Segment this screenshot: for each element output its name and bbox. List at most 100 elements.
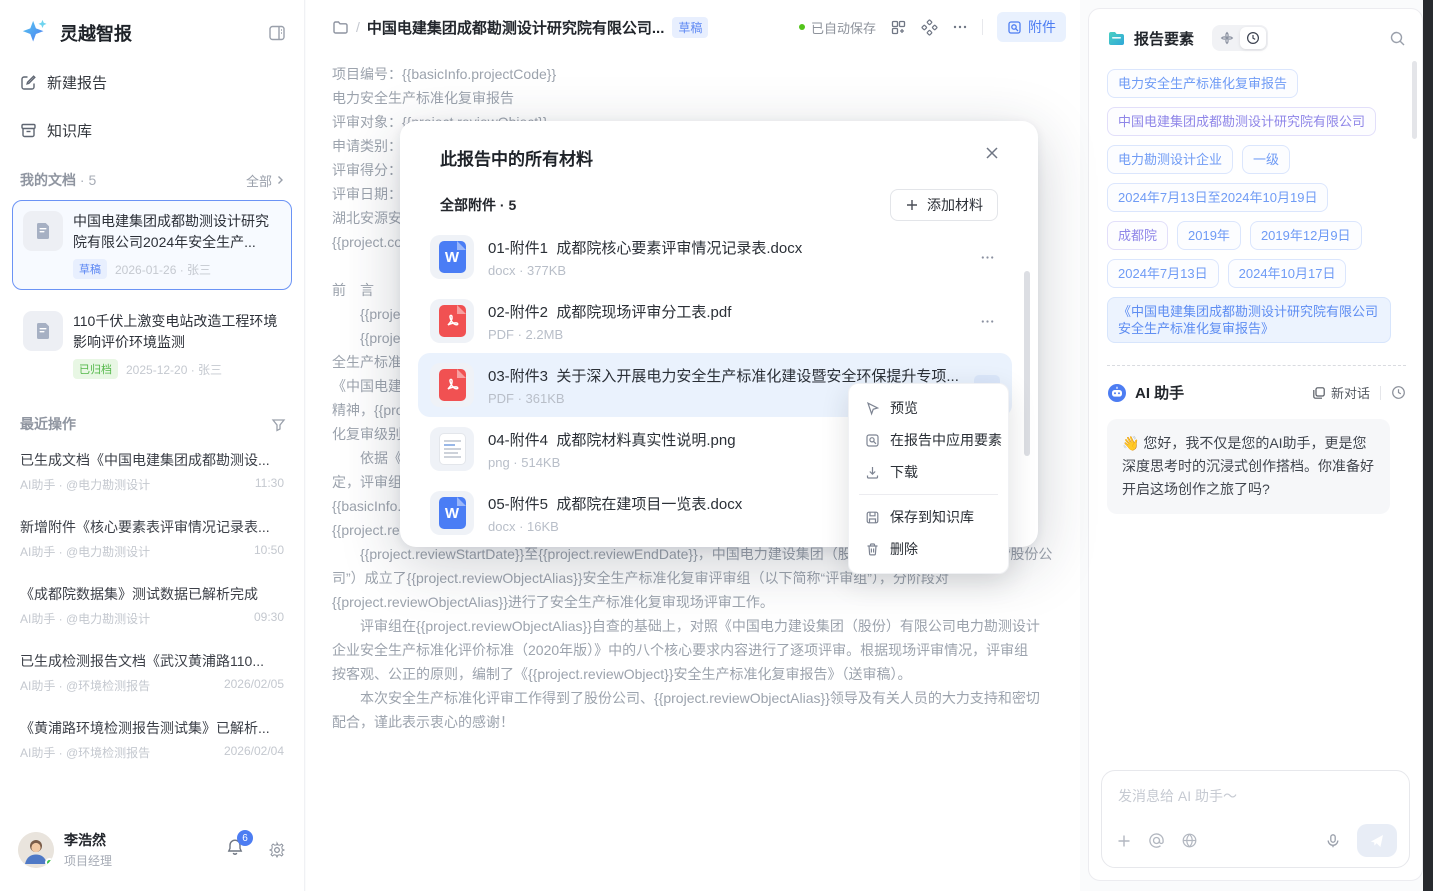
- document-card[interactable]: 110千伏上激变电站改造工程环境影响评价环境监测 已归档 2025-12-20 …: [12, 300, 292, 390]
- nav-label: 新建报告: [47, 72, 107, 93]
- new-chat-button[interactable]: 新对话: [1312, 383, 1370, 402]
- modal-title: 此报告中的所有材料: [440, 145, 593, 170]
- sidebar-item-new-report[interactable]: 新建报告: [0, 62, 304, 102]
- breadcrumb-separator: /: [356, 19, 360, 35]
- tags-scrollbar[interactable]: [1412, 61, 1417, 139]
- voice-input-icon[interactable]: [1325, 833, 1341, 849]
- report-element-tag[interactable]: 2019年: [1177, 221, 1241, 250]
- breadcrumb-document-title[interactable]: 中国电建集团成都勘测设计研究院有限公司...: [367, 17, 665, 38]
- clock-icon: [1246, 31, 1260, 45]
- attachment-row[interactable]: W 01-附件1 成都院核心要素评审情况记录表.docx docx · 377K…: [418, 225, 1012, 289]
- autosave-status: 已自动保存: [799, 18, 876, 37]
- attachment-more-button[interactable]: [974, 247, 1000, 267]
- send-message-button[interactable]: [1357, 824, 1397, 857]
- report-element-tag[interactable]: 2019年12月9日: [1250, 221, 1362, 250]
- document-icon: [23, 211, 63, 251]
- pinwheel-icon: [1220, 31, 1234, 45]
- document-meta: 2026-01-26 · 张三: [115, 261, 211, 278]
- recent-operation-item[interactable]: 新增附件《核心要素表评审情况记录表... AI助手 · @电力勘测设计 10:5…: [0, 511, 304, 566]
- document-list: 中国电建集团成都勘测设计研究院有限公司2024年安全生产... 草稿 2026-…: [0, 200, 304, 390]
- search-icon[interactable]: [1389, 30, 1406, 47]
- document-line: 按客观、公正的原则，编制了《{{project.reviewObject}}安全…: [332, 662, 1068, 686]
- add-attachment-icon[interactable]: [1116, 833, 1132, 849]
- report-element-tag[interactable]: 电力安全生产标准化复审报告: [1107, 69, 1298, 98]
- modal-scrollbar[interactable]: [1024, 271, 1030, 456]
- recent-operation-item[interactable]: 已生成检测报告文档《武汉黄浦路110... AI助手 · @环境检测报告 202…: [0, 645, 304, 700]
- app-name: 灵越智报: [60, 20, 268, 46]
- file-type-icon: W: [430, 235, 474, 279]
- report-element-tag[interactable]: 电力勘测设计企业: [1107, 145, 1233, 174]
- report-element-tag[interactable]: 一级: [1242, 145, 1290, 174]
- user-row: 李浩然 项目经理 6: [0, 818, 304, 881]
- attachment-row[interactable]: 02-附件2 成都院现场评审分工表.pdf PDF · 2.2MB: [418, 289, 1012, 353]
- attachments-button[interactable]: 附件: [997, 12, 1066, 42]
- editor-topbar: / 中国电建集团成都勘测设计研究院有限公司... 草稿 已自动保存: [306, 0, 1080, 54]
- report-elements-icon: [1107, 29, 1126, 48]
- report-element-tags: 电力安全生产标准化复审报告中国电建集团成都勘测设计研究院有限公司电力勘测设计企业…: [1089, 61, 1407, 343]
- recent-operation-item[interactable]: 《成都院数据集》测试数据已解析完成 AI助手 · @电力勘测设计 09:30: [0, 578, 304, 633]
- menu-item-delete[interactable]: 删除: [855, 533, 1002, 565]
- settings-gear-icon[interactable]: [268, 841, 286, 859]
- menu-item-apply-elements[interactable]: 在报告中应用要素: [855, 424, 1002, 456]
- ai-assistant-title: AI 助手: [1135, 382, 1184, 403]
- recent-operation-item[interactable]: 《黄浦路环境检测报告测试集》已解析... AI助手 · @环境检测报告 2026…: [0, 712, 304, 767]
- add-material-button[interactable]: 添加材料: [890, 189, 998, 221]
- notifications-button[interactable]: 6: [226, 838, 244, 861]
- right-panel: 报告要素 电力安全生产标准化复审报告中国电建集团成都勘测设计研究院有限公司电力勘…: [1088, 8, 1423, 881]
- attachment-meta: PDF · 2.2MB: [488, 327, 960, 342]
- trash-icon: [865, 542, 880, 557]
- image-file-icon: [439, 433, 466, 465]
- attachment-meta: docx · 377KB: [488, 263, 960, 278]
- avatar[interactable]: [18, 832, 54, 868]
- chat-history-button[interactable]: [1391, 385, 1406, 400]
- mention-icon[interactable]: [1148, 832, 1165, 849]
- elements-diamond-icon[interactable]: [921, 19, 938, 36]
- recent-operation-time: 09:30: [254, 610, 284, 627]
- word-file-icon: W: [439, 241, 466, 273]
- report-element-tag[interactable]: 《中国电建集团成都勘测设计研究院有限公司安全生产标准化复审报告》: [1107, 297, 1391, 343]
- web-search-icon[interactable]: [1181, 832, 1198, 849]
- report-element-tag[interactable]: 2024年7月13日: [1107, 259, 1219, 288]
- report-element-tag[interactable]: 2024年10月17日: [1228, 259, 1347, 288]
- save-icon: [865, 510, 880, 525]
- menu-item-download[interactable]: 下载: [855, 456, 1002, 488]
- report-element-tag[interactable]: 2024年7月13日至2024年10月19日: [1107, 183, 1328, 212]
- recent-operation-time: 2026/02/04: [224, 744, 284, 761]
- document-card[interactable]: 中国电建集团成都勘测设计研究院有限公司2024年安全生产... 草稿 2026-…: [12, 200, 292, 290]
- preview-cursor-icon: [865, 401, 880, 416]
- user-role: 项目经理: [64, 852, 112, 869]
- auto-extract-toggle[interactable]: [1214, 27, 1240, 49]
- menu-item-save-to-knowledge-base[interactable]: 保存到知识库: [855, 501, 1002, 533]
- collapse-sidebar-icon[interactable]: [268, 24, 286, 42]
- my-docs-title: 我的文档 · 5: [20, 170, 246, 190]
- my-docs-section-header: 我的文档 · 5 全部: [0, 170, 304, 190]
- folder-icon[interactable]: [332, 19, 349, 36]
- filter-icon[interactable]: [271, 417, 286, 432]
- ai-greeting-message: 👋 您好，我不仅是您的AI助手，更是您深度思考时的沉浸式创作搭档。你准备好开启这…: [1107, 419, 1390, 514]
- menu-item-preview[interactable]: 预览: [855, 392, 1002, 424]
- view-all-docs[interactable]: 全部: [246, 171, 286, 190]
- attachment-more-button[interactable]: [974, 311, 1000, 331]
- sidebar-item-knowledge-base[interactable]: 知识库: [0, 110, 304, 150]
- report-elements-header: 报告要素: [1089, 9, 1422, 61]
- document-line: 项目编号：{{basicInfo.projectCode}}: [332, 62, 1068, 86]
- chat-input-box[interactable]: 发消息给 AI 助手～: [1101, 770, 1410, 868]
- recent-operation-title: 已生成检测报告文档《武汉黄浦路110...: [20, 651, 284, 671]
- template-layout-icon[interactable]: [890, 19, 907, 36]
- new-report-icon: [20, 74, 37, 91]
- close-icon[interactable]: [984, 145, 1000, 161]
- ai-actions: 新对话: [1312, 383, 1406, 402]
- status-badge: 草稿: [73, 259, 107, 279]
- report-element-tag[interactable]: 成都院: [1107, 221, 1168, 250]
- history-toggle[interactable]: [1240, 27, 1266, 49]
- attachment-name: 02-附件2 成都院现场评审分工表.pdf: [488, 301, 960, 322]
- recent-operation-item[interactable]: 已生成文档《中国电建集团成都勘测设... AI助手 · @电力勘测设计 11:3…: [0, 444, 304, 499]
- document-title: 中国电建集团成都勘测设计研究院有限公司2024年安全生产...: [73, 211, 281, 253]
- more-actions-icon[interactable]: [952, 19, 968, 35]
- word-file-icon: W: [439, 497, 466, 529]
- recent-operations-list: 已生成文档《中国电建集团成都勘测设... AI助手 · @电力勘测设计 11:3…: [0, 444, 304, 767]
- elements-view-toggle: [1212, 25, 1268, 51]
- report-element-tag[interactable]: 中国电建集团成都勘测设计研究院有限公司: [1107, 107, 1376, 136]
- recent-operation-time: 2026/02/05: [224, 677, 284, 694]
- file-type-icon: W: [430, 491, 474, 535]
